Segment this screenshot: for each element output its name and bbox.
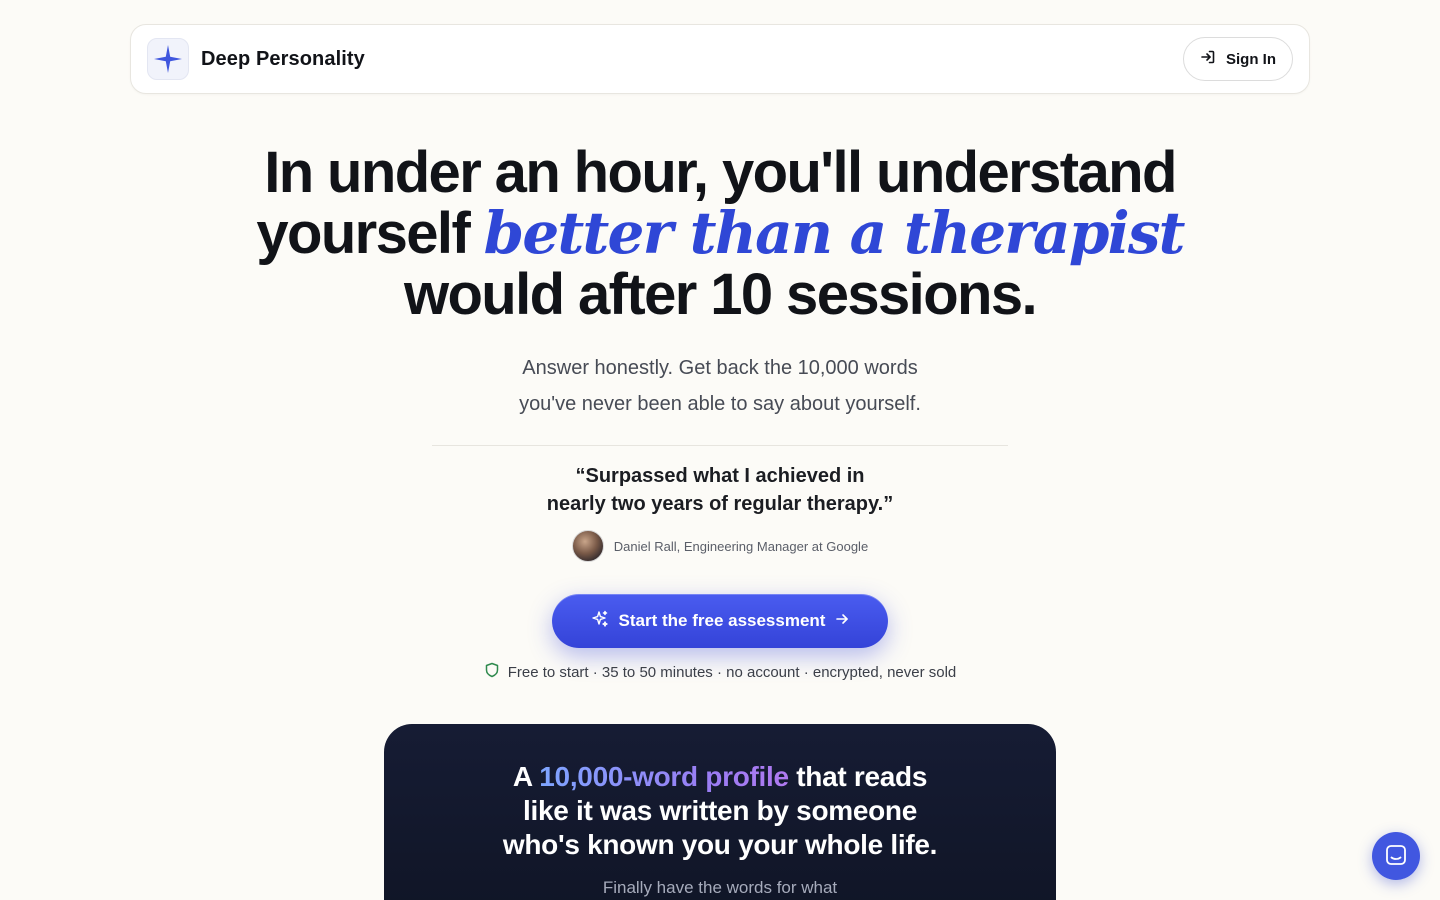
trust-note: Free to start · 35 to 50 minutes · no ac…: [0, 662, 1440, 682]
hero-headline: In under an hour, you'll understand your…: [0, 142, 1440, 325]
chat-icon: [1384, 843, 1408, 870]
chat-launcher-button[interactable]: [1372, 832, 1420, 880]
testimonial-author: Daniel Rall, Engineering Manager at Goog…: [0, 530, 1440, 562]
quote-line-1: “Surpassed what I achieved in: [575, 465, 865, 487]
author-name: Daniel Rall, Engineering Manager at Goog…: [613, 538, 869, 554]
avatar: [571, 530, 604, 562]
testimonial-quote: “Surpassed what I achieved in nearly two…: [0, 462, 1440, 518]
cta-label: Start the free assessment: [618, 611, 826, 630]
hero-subheadline: Answer honestly. Get back the 10,000 wor…: [0, 350, 1440, 422]
title-prefix: A: [512, 761, 532, 792]
trust-text: Free to start · 35 to 50 minutes · no ac…: [507, 663, 957, 681]
title-line-2: like it was written by someone: [522, 795, 917, 826]
sparkle-logo-icon: [147, 38, 189, 80]
title-line-3: who's known you your whole life.: [502, 829, 938, 860]
sign-in-button[interactable]: Sign In: [1183, 37, 1293, 81]
profile-card: A 10,000-word profile that reads like it…: [384, 724, 1056, 900]
subhead-line-1: Answer honestly. Get back the 10,000 wor…: [522, 357, 918, 379]
start-assessment-button[interactable]: Start the free assessment: [552, 594, 888, 648]
profile-card-title: A 10,000-word profile that reads like it…: [384, 760, 1056, 862]
sign-in-label: Sign In: [1226, 50, 1276, 68]
sign-in-icon: [1200, 49, 1216, 69]
title-rest-line-1: that reads: [796, 761, 928, 792]
quote-line-2: nearly two years of regular therapy.”: [546, 493, 894, 515]
profile-card-subtitle: Finally have the words for what: [602, 878, 838, 897]
brand[interactable]: Deep Personality: [147, 38, 365, 80]
sparkles-icon: [591, 610, 609, 633]
divider: [432, 445, 1008, 446]
subhead-line-2: you've never been able to say about your…: [519, 393, 921, 415]
arrow-right-icon: [835, 611, 849, 631]
site-header: Deep Personality Sign In: [130, 24, 1310, 94]
title-highlight: 10,000-word profile: [539, 761, 789, 792]
headline-line-2-plain: yourself: [256, 201, 470, 266]
headline-line-3: would after 10 sessions.: [403, 262, 1038, 327]
headline-accent: better than a therapist: [483, 199, 1186, 267]
brand-name: Deep Personality: [201, 47, 365, 70]
shield-icon: [484, 662, 500, 682]
headline-line-1: In under an hour, you'll understand: [264, 140, 1177, 205]
